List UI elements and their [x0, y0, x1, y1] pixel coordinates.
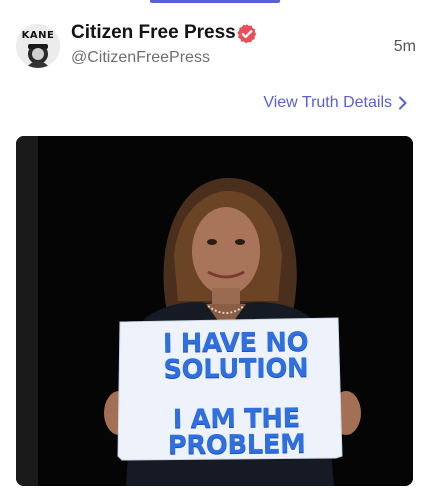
post-header: KANE Citizen Free Press @CitizenFreePres…: [16, 22, 416, 72]
post-timestamp: 5m: [393, 38, 416, 55]
author-display-name[interactable]: Citizen Free Press: [71, 22, 236, 44]
post-media-image[interactable]: I HAVE NO SOLUTION I AM THE PROBLEM: [16, 136, 413, 486]
sign-line-1: I HAVE NO: [162, 327, 309, 359]
avatar-logo-text: KANE: [21, 30, 55, 41]
author-handle[interactable]: @CitizenFreePress: [71, 49, 210, 67]
sign-line-2: SOLUTION: [163, 353, 309, 385]
view-truth-details-label: View Truth Details: [263, 94, 392, 111]
sign-line-4: PROBLEM: [167, 429, 306, 461]
sign-line-3: I AM THE: [172, 403, 300, 435]
protest-sign: I HAVE NO SOLUTION I AM THE PROBLEM: [121, 319, 350, 461]
chevron-right-icon: [399, 96, 407, 110]
verified-badge-icon: [237, 24, 257, 44]
truth-post-screen: KANE Citizen Free Press @CitizenFreePres…: [0, 0, 430, 500]
view-truth-details-link[interactable]: View Truth Details: [263, 93, 408, 113]
active-tab-indicator: [150, 0, 280, 3]
avatar[interactable]: KANE: [16, 24, 60, 68]
